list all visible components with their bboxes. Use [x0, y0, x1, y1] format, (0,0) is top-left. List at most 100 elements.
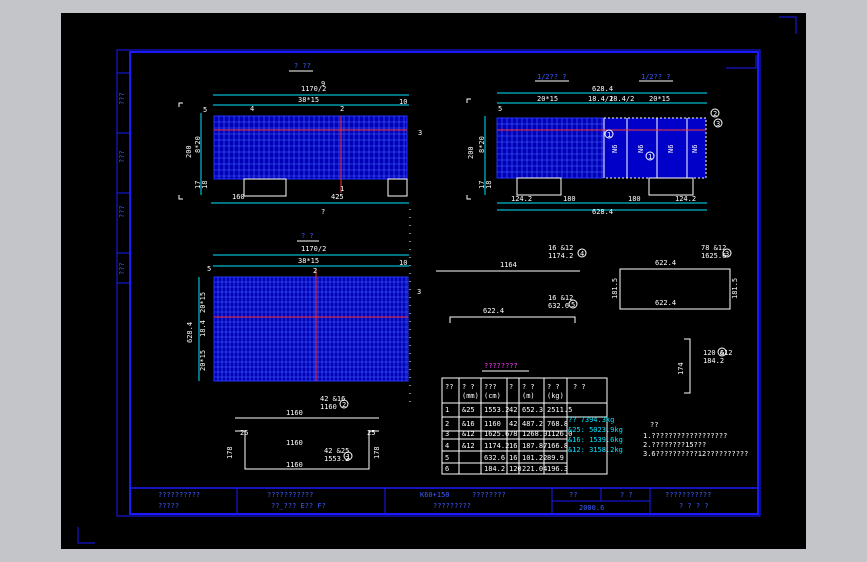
tb-cell1-b: ????? — [158, 502, 179, 510]
right-elevation-view: 1/2?? ? 1/2?? ? 628.4 5 20*15 18.4/2 18.… — [466, 73, 723, 216]
table-header-cell: ? ? — [573, 383, 586, 391]
marker-1: 1 — [340, 185, 344, 193]
table-header-cell: ??? — [484, 383, 497, 391]
total-line-2: &25: 5023.9kg — [568, 426, 623, 434]
bar5-callout: 16 &12 — [548, 294, 573, 302]
table-cell: 184.2 — [484, 465, 505, 473]
table-header-cell: (kg) — [547, 392, 564, 400]
bottom-dim-a: 160 — [232, 193, 245, 201]
bar1-dim-a: 25 — [240, 429, 248, 437]
left-small-dim: 5 — [203, 106, 207, 114]
right-bottom-d: 124.2 — [675, 195, 696, 203]
right-small-dim: 10 — [399, 98, 407, 106]
bar3-dim-bottom: 622.4 — [655, 299, 676, 307]
table-cell: 166.8 — [547, 442, 568, 450]
bar2-length: 1160 — [320, 403, 337, 411]
side-label-1: ??? — [118, 92, 126, 105]
tb-cell3-b: ???????? — [472, 491, 506, 499]
table-cell: 42 — [509, 406, 517, 414]
total-line-1: ?? 7394.3kg — [568, 416, 614, 424]
tb-cell3-a: K60+150 — [420, 491, 450, 499]
tb-cell1-a: ?????????? — [158, 491, 200, 499]
rebar-table-title: ???????? — [484, 362, 518, 370]
bar1-dim-bottom: 1160 — [286, 461, 303, 469]
right-heading-right: 1/2?? ? — [641, 73, 671, 81]
right-left-seg-1: 8*20 — [478, 136, 486, 153]
bar3-dim-right: 181.5 — [731, 278, 739, 299]
right-left-seg-3: 18 — [485, 181, 493, 189]
table-cell: 42 — [509, 420, 517, 428]
top-elevation-grid-area — [213, 115, 408, 180]
right-bottom-c: 180 — [628, 195, 641, 203]
table-cell: 1174.2 — [484, 442, 509, 450]
tb-cell2-b: ??_??? E?? F? — [271, 502, 326, 510]
bar-shape-2: 42 &16 1160 2 1160 — [235, 395, 379, 419]
table-cell: &12 — [462, 442, 475, 450]
drawing-canvas[interactable]: ??? ??? ??? ??? ? ?? 1170/2 9 38*15 5 10… — [61, 13, 806, 549]
note-3: 3.6??????????12?????????? — [643, 450, 748, 458]
table-cell: 196.3 — [547, 465, 568, 473]
bar6-length: 184.2 — [703, 357, 724, 365]
table-cell: 120 — [509, 465, 522, 473]
plan-top-split: 38*15 — [298, 257, 319, 265]
top-elevation-caption: ? — [321, 208, 325, 216]
plan-marker-3: 3 — [417, 288, 421, 296]
table-header-cell: (m) — [522, 392, 535, 400]
plan-left-seg-1: 20*15 — [199, 292, 207, 313]
bar1-dim-d: 178 — [373, 446, 381, 459]
bottom-dim-b: 425 — [331, 193, 344, 201]
bar3-callout: 78 &12 — [701, 244, 726, 252]
plan-heading: ? ? — [301, 232, 314, 240]
table-cell: 5 — [445, 454, 449, 462]
bar-shape-6: 120 &12 184.2 6 174 — [677, 338, 733, 394]
tb-cell4-b: ? ? — [620, 491, 633, 499]
bar5-length: 632.6 — [548, 302, 569, 310]
table-cell: 16 — [509, 454, 517, 462]
bar4-marker: 4 — [580, 250, 584, 258]
side-label-3: ??? — [118, 205, 126, 218]
plan-left-small: 5 — [207, 265, 211, 273]
total-line-3: &16: 1539.6kg — [568, 436, 623, 444]
table-cell: 221.04 — [522, 465, 547, 473]
total-line-4: &12: 3158.2kg — [568, 446, 623, 454]
top-elevation-heading: ? ?? — [294, 62, 311, 70]
cad-drawing: ??? ??? ??? ??? ? ?? 1170/2 9 38*15 5 10… — [77, 16, 797, 544]
right-top-b: 20*15 — [537, 95, 558, 103]
table-cell: 1268.0 — [522, 430, 547, 438]
table-cell: &16 — [462, 420, 475, 428]
tb-cell4-c: 2000.6 — [579, 504, 604, 512]
bar2-dim: 1160 — [286, 409, 303, 417]
plan-left-seg-2: 18.4 — [199, 320, 207, 337]
bar4-length: 1174.2 — [548, 252, 573, 260]
rebar-table: ???????? ??? ?(mm)???(cm)?? ?(m)? ?(kg)?… — [441, 362, 623, 475]
bar-shape-5: 16 &12 632.6 5 622.4 — [449, 294, 578, 323]
note-1: 1.?????????????????? — [643, 432, 727, 440]
marker-2: 2 — [340, 105, 344, 113]
bar4-dim: 1164 — [500, 261, 517, 269]
table-cell: 187.87 — [522, 442, 547, 450]
table-cell: 3 — [445, 430, 449, 438]
bar6-dim: 174 — [677, 362, 685, 375]
right-bottom-total: 628.4 — [592, 208, 613, 216]
bar3-dim-left: 181.5 — [611, 278, 619, 299]
right-marker-2: 2 — [713, 110, 717, 118]
top-mark-9: 9 — [321, 80, 325, 88]
note-2: 2.????????15??? — [643, 441, 706, 449]
tb-cell5-a: ??????????? — [665, 491, 711, 499]
table-cell: &25 — [462, 406, 475, 414]
right-top-total: 628.4 — [592, 85, 613, 93]
table-cell: 89.9 — [547, 454, 564, 462]
table-cell: 16 — [509, 442, 517, 450]
right-bottom-b: 180 — [563, 195, 576, 203]
right-marker-3: 3 — [716, 120, 720, 128]
table-header-cell: ? ? — [547, 383, 560, 391]
right-marker-1b: 1 — [648, 153, 652, 161]
plan-left-seg-3: 20*15 — [199, 350, 207, 371]
tb-cell4-a: ?? — [569, 491, 577, 499]
bar-tag-3: N6 — [667, 145, 675, 153]
right-top-a: 5 — [498, 105, 502, 113]
top-split-dim: 38*15 — [298, 96, 319, 104]
bar-shape-3: 78 &12 1625.6 3 622.4 181.5 181.5 622.4 — [611, 244, 739, 310]
bar1-dim-c: 178 — [226, 446, 234, 459]
corner-marks — [77, 16, 797, 544]
